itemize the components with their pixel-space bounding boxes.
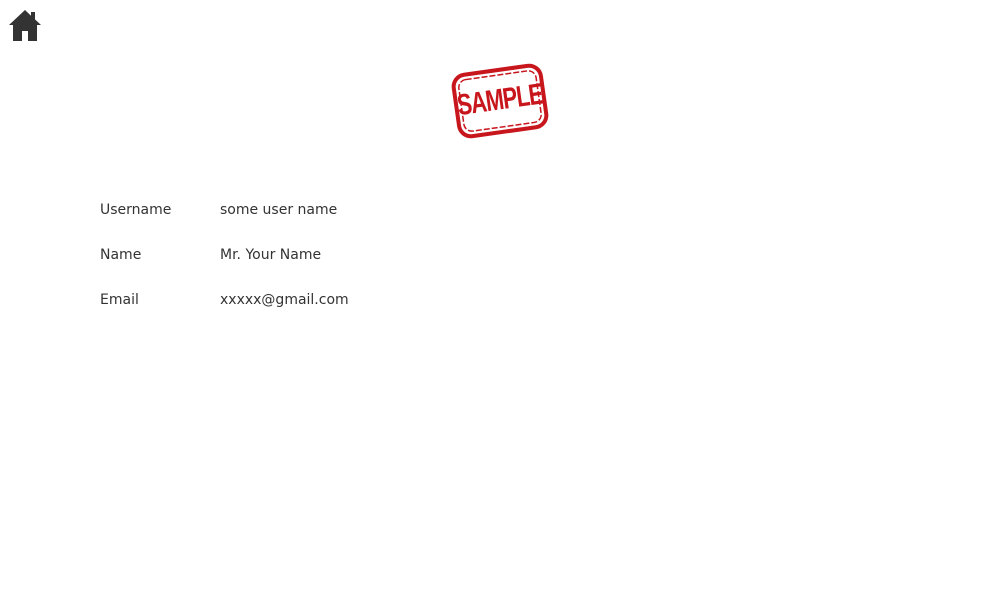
username-label: Username [100, 202, 172, 218]
profile-details: Username some user name Name Mr. Your Na… [100, 200, 349, 335]
email-value: xxxxx@gmail.com [220, 292, 349, 308]
sample-stamp-text: SAMPLE [455, 76, 545, 122]
name-label: Name [100, 247, 142, 263]
home-icon [9, 10, 41, 41]
email-row: Email xxxxx@gmail.com [100, 290, 349, 310]
username-value: some user name [220, 202, 338, 218]
home-link[interactable] [8, 8, 42, 42]
email-label: Email [100, 292, 139, 308]
name-row: Name Mr. Your Name [100, 245, 349, 265]
username-row: Username some user name [100, 200, 349, 220]
name-value: Mr. Your Name [220, 247, 322, 263]
sample-stamp: SAMPLE [446, 54, 554, 148]
